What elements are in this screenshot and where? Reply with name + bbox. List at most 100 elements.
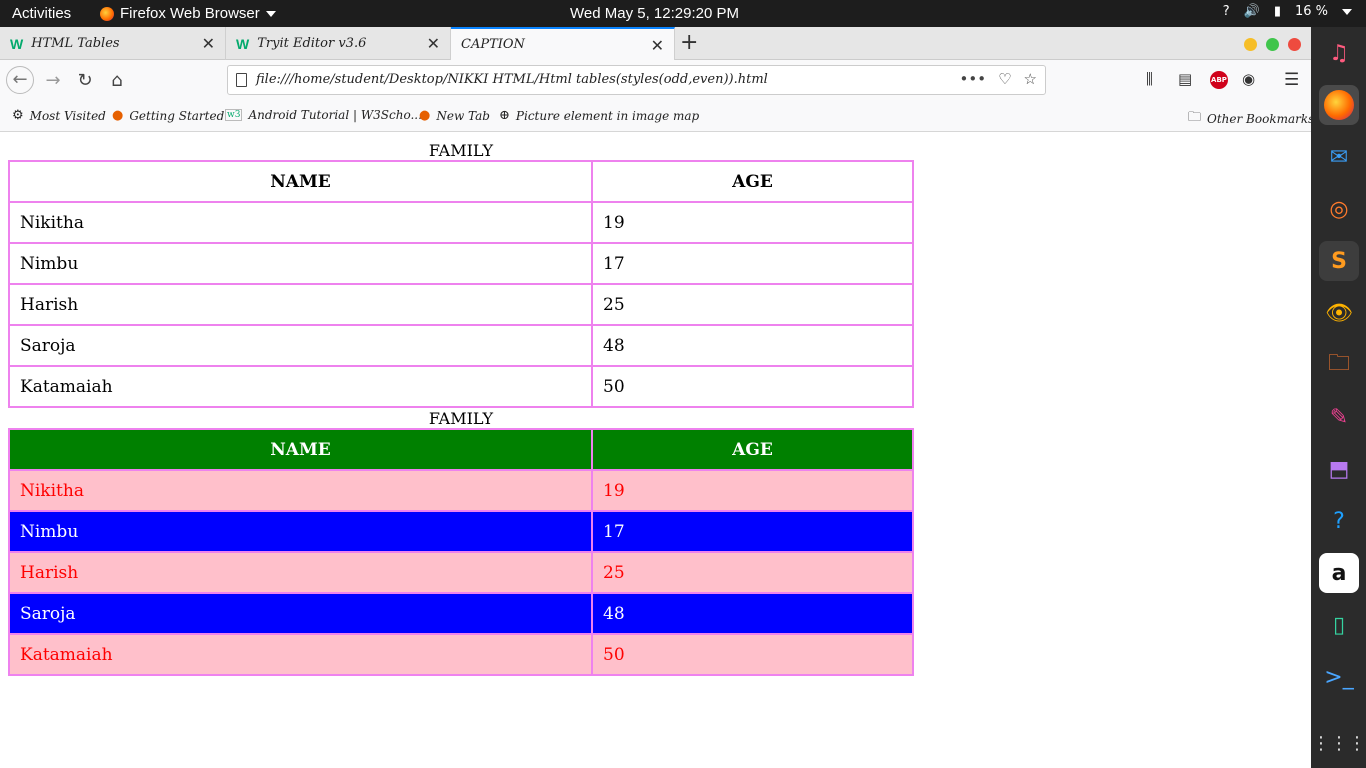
page-content: FAMILY NAME AGE Nikitha 19 Nimbu 17 Harish… bbox=[0, 133, 1311, 768]
table-row-odd: Harish 25 bbox=[9, 552, 913, 593]
globe-icon: ⊕ bbox=[499, 108, 510, 123]
home-button[interactable]: ⌂ bbox=[104, 68, 130, 94]
name-cell: Nimbu bbox=[9, 511, 592, 552]
name-cell: Nikitha bbox=[9, 202, 592, 243]
tab-label: Tryit Editor v3.6 bbox=[257, 36, 367, 51]
help-icon[interactable]: ? bbox=[1223, 4, 1230, 19]
help-icon[interactable]: ? bbox=[1319, 501, 1359, 541]
column-header-name: NAME bbox=[9, 161, 592, 202]
document-viewer-icon[interactable]: 👁 bbox=[1319, 293, 1359, 333]
mail-icon[interactable]: ✉ bbox=[1319, 137, 1359, 177]
table-caption: FAMILY bbox=[428, 141, 494, 160]
url-text[interactable]: file:///home/student/Desktop/NIKKI HTML/… bbox=[256, 72, 768, 87]
chevron-down-icon bbox=[265, 10, 276, 17]
usb-icon[interactable]: ▯ bbox=[1319, 605, 1359, 645]
adblock-icon[interactable]: ABP bbox=[1210, 71, 1228, 89]
bookmark-label: Other Bookmarks bbox=[1207, 112, 1315, 126]
w3schools-icon: W bbox=[236, 35, 250, 52]
system-tray[interactable]: ? 🔊 ▮ 16 % bbox=[1223, 4, 1352, 19]
pocket-icon[interactable]: ♡ bbox=[998, 70, 1011, 88]
close-icon[interactable]: ✕ bbox=[202, 34, 215, 53]
page-actions-icon[interactable]: ••• bbox=[960, 70, 987, 88]
sublime-text-icon[interactable]: S bbox=[1319, 241, 1359, 281]
tab-label: CAPTION bbox=[461, 37, 525, 52]
table-row: Harish 25 bbox=[9, 284, 913, 325]
files-icon[interactable]: 🗀 bbox=[1319, 345, 1359, 385]
bookmark-label: Getting Started bbox=[129, 108, 225, 123]
column-header-age: AGE bbox=[592, 161, 913, 202]
age-cell: 48 bbox=[592, 593, 913, 634]
table-row: Katamaiah 50 bbox=[9, 366, 913, 407]
clock[interactable]: Wed May 5, 12:29:20 PM bbox=[570, 5, 739, 22]
back-button[interactable]: ← bbox=[6, 66, 34, 94]
tab-tryit-editor[interactable]: W Tryit Editor v3.6 ✕ bbox=[226, 27, 451, 60]
battery-percent: 16 % bbox=[1294, 4, 1328, 19]
amazon-icon[interactable]: a bbox=[1319, 553, 1359, 593]
bookmark-star-icon[interactable]: ☆ bbox=[1024, 70, 1037, 88]
url-bar[interactable]: file:///home/student/Desktop/NIKKI HTML/… bbox=[227, 65, 1046, 95]
account-icon[interactable]: ◉ bbox=[1242, 70, 1255, 88]
new-tab-button[interactable]: + bbox=[680, 30, 698, 55]
bookmark-label: Android Tutorial | W3Scho... bbox=[248, 108, 422, 122]
reload-button[interactable]: ↻ bbox=[72, 68, 98, 94]
tab-html-tables[interactable]: W HTML Tables ✕ bbox=[0, 27, 226, 60]
page-icon bbox=[236, 73, 247, 87]
table-row: Saroja 48 bbox=[9, 325, 913, 366]
battery-icon[interactable]: ▮ bbox=[1274, 4, 1281, 19]
close-icon[interactable]: ✕ bbox=[651, 36, 664, 55]
age-cell: 50 bbox=[592, 634, 913, 675]
name-cell: Harish bbox=[9, 552, 592, 593]
music-icon[interactable]: ♫ bbox=[1319, 33, 1359, 73]
bookmark-label: New Tab bbox=[436, 108, 490, 123]
app-menu-label: Firefox Web Browser bbox=[120, 5, 260, 22]
show-apps-icon[interactable]: ⋮⋮⋮ bbox=[1312, 723, 1366, 763]
forward-button[interactable]: → bbox=[40, 68, 66, 94]
sidebar-icon[interactable]: ▤ bbox=[1178, 70, 1192, 88]
firefox-icon: ● bbox=[112, 108, 124, 123]
maximize-button[interactable] bbox=[1266, 38, 1279, 51]
terminal-icon[interactable]: >_ bbox=[1319, 657, 1359, 697]
tab-caption[interactable]: CAPTION ✕ bbox=[451, 27, 675, 60]
name-cell: Katamaiah bbox=[9, 366, 592, 407]
menu-icon[interactable]: ☰ bbox=[1284, 70, 1299, 90]
bookmark-other-bookmarks[interactable]: 🗀 Other Bookmarks bbox=[1188, 108, 1314, 130]
age-cell: 48 bbox=[592, 325, 913, 366]
app-menu[interactable]: Firefox Web Browser bbox=[100, 5, 276, 22]
age-cell: 17 bbox=[592, 243, 913, 284]
bookmark-new-tab[interactable]: ● New Tab bbox=[419, 108, 490, 123]
name-cell: Katamaiah bbox=[9, 634, 592, 675]
activities-button[interactable]: Activities bbox=[12, 5, 71, 22]
text-editor-icon[interactable]: ✎ bbox=[1319, 397, 1359, 437]
column-header-age: AGE bbox=[592, 429, 913, 470]
bookmark-label: Picture element in image map bbox=[515, 108, 700, 123]
age-cell: 19 bbox=[592, 202, 913, 243]
table-row: Nikitha 19 bbox=[9, 202, 913, 243]
close-window-button[interactable] bbox=[1288, 38, 1301, 51]
software-install-icon[interactable]: ⬒ bbox=[1319, 449, 1359, 489]
tab-label: HTML Tables bbox=[31, 36, 120, 51]
firefox-icon[interactable] bbox=[1319, 85, 1359, 125]
table-row-even: Saroja 48 bbox=[9, 593, 913, 634]
age-cell: 25 bbox=[592, 284, 913, 325]
bookmark-most-visited[interactable]: ⚙ Most Visited bbox=[12, 108, 106, 123]
table-row-odd: Nikitha 19 bbox=[9, 470, 913, 511]
gear-icon: ⚙ bbox=[12, 108, 24, 123]
bookmark-android-tutorial[interactable]: w3 Android Tutorial | W3Scho... bbox=[225, 108, 422, 122]
firefox-icon bbox=[100, 6, 114, 21]
library-icon[interactable]: ⫼ bbox=[1146, 70, 1153, 88]
bookmark-getting-started[interactable]: ● Getting Started bbox=[112, 108, 224, 123]
camera-icon[interactable]: ◎ bbox=[1319, 189, 1359, 229]
minimize-button[interactable] bbox=[1244, 38, 1257, 51]
table-header-row: NAME AGE bbox=[9, 161, 913, 202]
system-top-bar: Activities Firefox Web Browser Wed May 5… bbox=[0, 0, 1366, 27]
name-cell: Harish bbox=[9, 284, 592, 325]
age-cell: 19 bbox=[592, 470, 913, 511]
family-table-plain: NAME AGE Nikitha 19 Nimbu 17 Harish 25 Saro… bbox=[8, 160, 914, 408]
table-row: Nimbu 17 bbox=[9, 243, 913, 284]
age-cell: 25 bbox=[592, 552, 913, 593]
close-icon[interactable]: ✕ bbox=[427, 34, 440, 53]
volume-icon[interactable]: 🔊 bbox=[1244, 4, 1260, 19]
chevron-down-icon[interactable] bbox=[1342, 8, 1352, 15]
w3-icon: w3 bbox=[225, 109, 243, 121]
bookmark-picture-element[interactable]: ⊕ Picture element in image map bbox=[499, 108, 699, 123]
